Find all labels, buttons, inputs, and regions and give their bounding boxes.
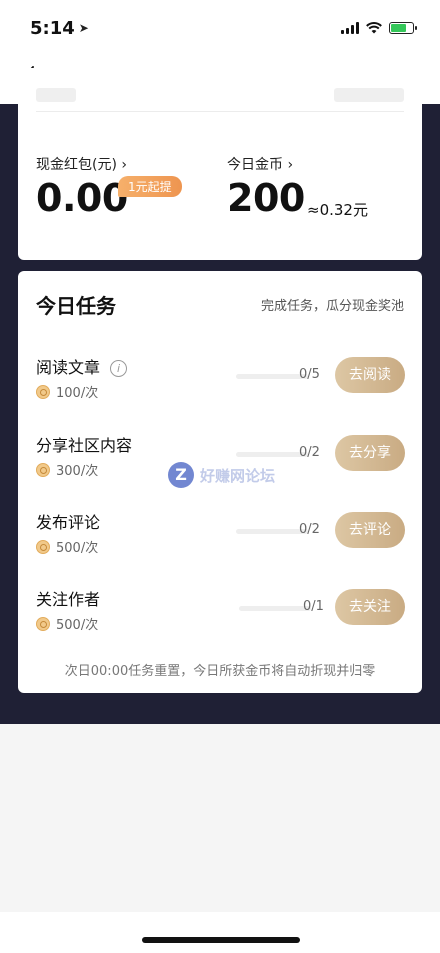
follow-task-button[interactable]: 去关注 [335, 589, 405, 625]
comment-task-button[interactable]: 去评论 [335, 512, 405, 548]
status-bar: 5:14 ➤ [0, 0, 440, 56]
cash-value: 0.00 [36, 176, 128, 220]
watermark: Z 好赚网论坛 [168, 462, 275, 488]
chevron-right-icon: › [121, 157, 127, 173]
task-progress-text: 0/2 [299, 445, 320, 460]
coins-label-link[interactable]: 今日金币 › [227, 154, 293, 174]
tasks-title: 今日任务 [36, 294, 116, 318]
task-name: 发布评论 [36, 513, 101, 532]
wallet-card: 现金红包(元) › 0.00 1元起提 今日金币 › 200 ≈0.32元 [18, 68, 422, 260]
task-reward: 500/次 [36, 614, 98, 633]
coins-label: 今日金币 [227, 157, 283, 173]
task-name: 关注作者 [36, 590, 101, 609]
task-reset-note: 次日00:00任务重置，今日所获金币将自动折现并归零 [64, 664, 376, 679]
coins-approx-value: ≈0.32元 [307, 201, 368, 219]
task-item: 阅读文章 i 100/次 0/5 去阅读 [18, 354, 422, 414]
task-item: 关注作者 500/次 0/1 去关注 [18, 586, 422, 646]
task-reward-text: 100/次 [56, 386, 99, 401]
read-task-button[interactable]: 去阅读 [335, 357, 405, 393]
battery-icon [389, 22, 417, 34]
task-reward-text: 500/次 [56, 541, 99, 556]
status-time: 5:14 [30, 17, 75, 39]
task-item: 发布评论 500/次 0/2 去评论 [18, 509, 422, 569]
wifi-icon [366, 22, 382, 34]
task-progress-bar [236, 374, 308, 379]
tasks-subtitle: 完成任务，瓜分现金奖池 [260, 299, 404, 314]
coin-icon [36, 462, 50, 477]
task-progress-text: 0/5 [299, 367, 320, 382]
task-reward: 100/次 [36, 382, 98, 401]
home-indicator[interactable] [142, 937, 300, 943]
status-indicators [341, 22, 417, 34]
faded-header-row [36, 82, 404, 112]
task-progress-bar [236, 452, 308, 457]
task-reward-text: 300/次 [56, 464, 99, 479]
task-progress-text: 0/1 [303, 599, 324, 614]
task-name: 阅读文章 i [36, 354, 128, 378]
coin-icon [36, 539, 50, 554]
watermark-text: 好赚网论坛 [200, 466, 276, 485]
task-reward: 300/次 [36, 460, 98, 479]
task-name: 分享社区内容 [36, 436, 133, 455]
coin-icon [36, 384, 50, 399]
task-reward-text: 500/次 [56, 618, 99, 633]
coins-value: 200 [227, 176, 305, 220]
coin-icon [36, 616, 50, 631]
bottom-bar [0, 912, 440, 953]
chevron-right-icon: › [287, 157, 294, 173]
cellular-signal-icon [341, 22, 359, 34]
watermark-logo-icon: Z [168, 462, 194, 488]
task-progress-bar [236, 529, 308, 534]
cash-label-link[interactable]: 现金红包(元) › [36, 154, 127, 174]
location-arrow-icon: ➤ [78, 21, 89, 35]
withdraw-badge: 1元起提 [118, 176, 182, 197]
cash-label: 现金红包(元) [36, 157, 117, 173]
task-reward: 500/次 [36, 537, 98, 556]
info-icon[interactable]: i [110, 360, 128, 377]
task-progress-text: 0/2 [299, 522, 320, 537]
share-task-button[interactable]: 去分享 [335, 435, 405, 471]
task-progress-bar [239, 606, 311, 611]
